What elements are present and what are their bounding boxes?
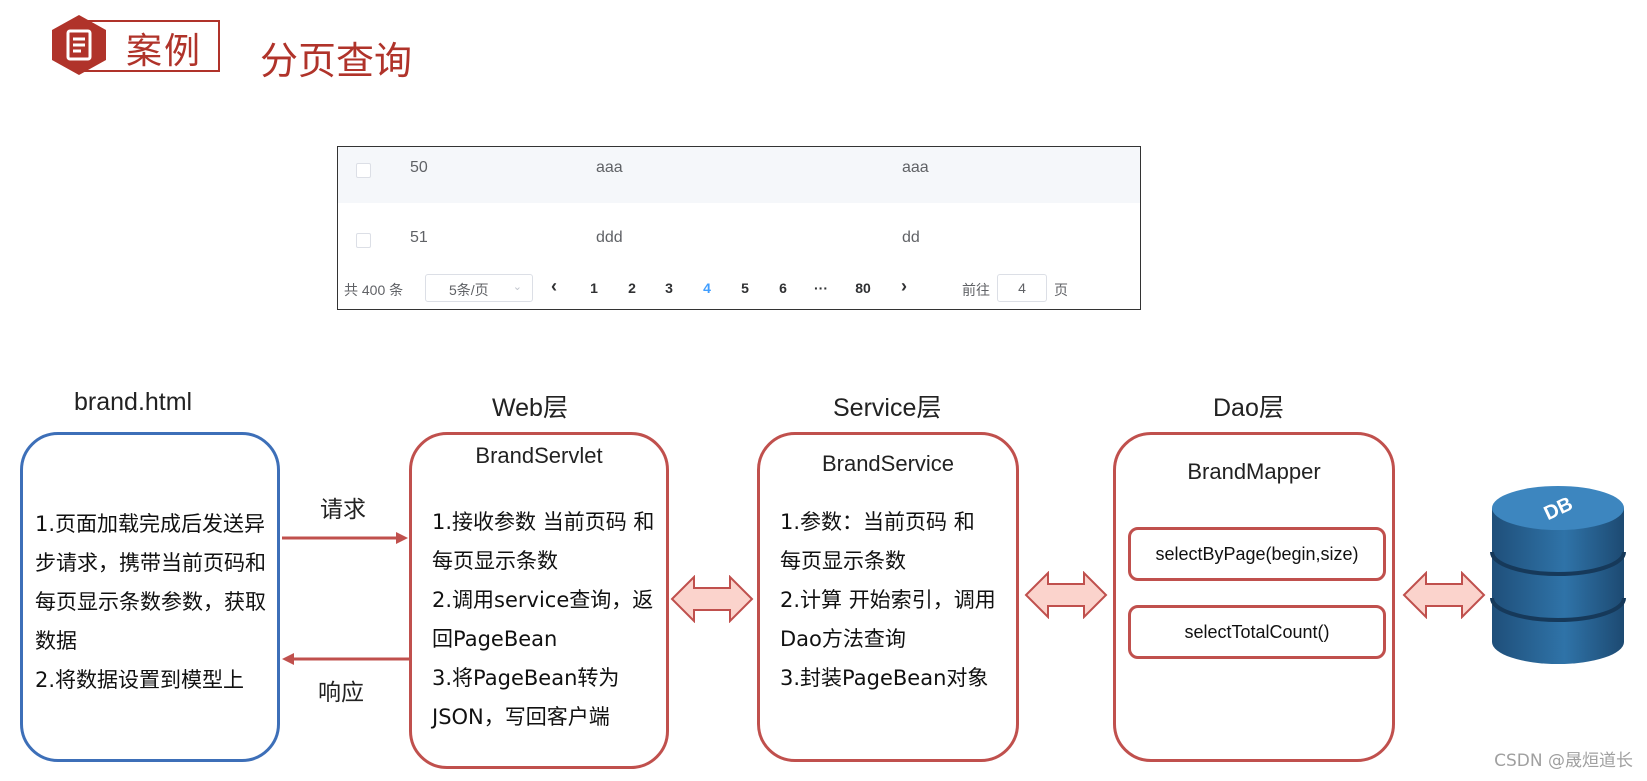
goto-unit: 页 [1054, 282, 1068, 298]
page-title: 分页查询 [260, 39, 413, 83]
response-label: 响应 [318, 680, 364, 706]
dao-layer-title: Dao层 [1213, 394, 1284, 422]
prev-page-button[interactable]: ‹ [543, 276, 565, 297]
web-line-6: JSON，写回客户端 [432, 705, 610, 729]
web-line-3: 2.调用service查询，返 [432, 588, 654, 612]
row-col2: aaa [596, 159, 623, 176]
row-id: 50 [410, 159, 428, 176]
web-description: 1.接收参数 当前页码 和 每页显示条数 2.调用service查询，返 回Pa… [432, 503, 654, 737]
web-line-2: 每页显示条数 [432, 549, 558, 573]
database-icon: DB [1490, 486, 1626, 664]
page-size-value: 5条/页 [449, 282, 489, 298]
service-dao-double-arrow [1024, 571, 1108, 619]
request-arrowhead [396, 532, 408, 544]
dao-db-double-arrow [1402, 571, 1486, 619]
row-col3: dd [902, 229, 920, 246]
table-row: 50 aaa aaa [338, 147, 1140, 203]
web-line-5: 3.将PageBean转为 [432, 666, 620, 690]
client-line-5: 2.将数据设置到模型上 [35, 668, 245, 692]
response-arrowhead [282, 653, 294, 665]
chevron-down-icon: ⌄ [512, 281, 522, 293]
request-label: 请求 [320, 497, 366, 523]
page-button-80[interactable]: 80 [848, 280, 878, 296]
service-box-title: BrandService [821, 451, 955, 476]
request-response-arrows [282, 532, 410, 665]
case-badge-label: 案例 [126, 31, 203, 72]
watermark: CSDN @晟烜道长 [1494, 751, 1633, 771]
dao-box-title: BrandMapper [1187, 459, 1321, 484]
client-line-3: 每页显示条数参数，获取 [35, 590, 266, 614]
web-service-double-arrow [670, 575, 754, 623]
page-button-1[interactable]: 1 [583, 280, 605, 296]
service-layer-title: Service层 [833, 394, 942, 422]
dao-box: BrandMapper selectByPage(begin,size) sel… [1113, 432, 1395, 762]
web-line-4: 回PageBean [432, 627, 558, 651]
service-line-5: 3.封装PageBean对象 [780, 666, 989, 690]
client-line-2: 步请求，携带当前页码和 [35, 551, 266, 575]
service-description: 1.参数：当前页码 和 每页显示条数 2.计算 开始索引，调用 Dao方法查询 … [780, 503, 996, 698]
client-description: 1.页面加载完成后发送异 步请求，携带当前页码和 每页显示条数参数，获取 数据 … [35, 505, 266, 700]
web-layer-title: Web层 [492, 394, 568, 422]
web-line-1: 1.接收参数 当前页码 和 [432, 510, 655, 534]
method-select-total-count: selectTotalCount() [1128, 605, 1386, 659]
row-checkbox[interactable] [356, 163, 371, 178]
page-size-select[interactable]: 5条/页 ⌄ [425, 274, 533, 302]
document-icon [48, 14, 110, 76]
service-line-2: 每页显示条数 [780, 549, 906, 573]
client-line-1: 1.页面加载完成后发送异 [35, 512, 266, 536]
pagination-total: 共 400 条 [344, 282, 404, 298]
service-box: BrandService 1.参数：当前页码 和 每页显示条数 2.计算 开始索… [757, 432, 1019, 762]
web-box-title: BrandServlet [475, 443, 603, 468]
client-box: 1.页面加载完成后发送异 步请求，携带当前页码和 每页显示条数参数，获取 数据 … [20, 432, 280, 762]
row-id: 51 [410, 229, 428, 246]
method-select-by-page: selectByPage(begin,size) [1128, 527, 1386, 581]
web-box: BrandServlet 1.接收参数 当前页码 和 每页显示条数 2.调用se… [409, 432, 669, 769]
pagination: 共 400 条 5条/页 ⌄ ‹ 1 2 3 4 5 6 ··· 80 › 前往… [338, 271, 1140, 307]
client-layer-title: brand.html [74, 388, 193, 416]
row-checkbox[interactable] [356, 233, 371, 248]
row-col2: ddd [596, 229, 623, 246]
next-page-button[interactable]: › [893, 276, 915, 297]
table-panel: 50 aaa aaa 51 ddd dd 共 400 条 5条/页 ⌄ ‹ 1 … [337, 146, 1141, 310]
table-row: 51 ddd dd [338, 217, 1140, 273]
page-button-6[interactable]: 6 [772, 280, 794, 296]
page-ellipsis-button[interactable]: ··· [810, 280, 832, 296]
page-button-2[interactable]: 2 [621, 280, 643, 296]
service-line-3: 2.计算 开始索引，调用 [780, 588, 996, 612]
page-button-3[interactable]: 3 [658, 280, 680, 296]
page-button-5[interactable]: 5 [734, 280, 756, 296]
row-col3: aaa [902, 159, 929, 176]
page-button-4[interactable]: 4 [696, 280, 718, 296]
goto-page-input[interactable]: 4 [997, 274, 1047, 302]
goto-label: 前往 [962, 282, 990, 298]
service-line-1: 1.参数：当前页码 和 [780, 510, 975, 534]
client-line-4: 数据 [35, 629, 77, 653]
service-line-4: Dao方法查询 [780, 627, 906, 651]
